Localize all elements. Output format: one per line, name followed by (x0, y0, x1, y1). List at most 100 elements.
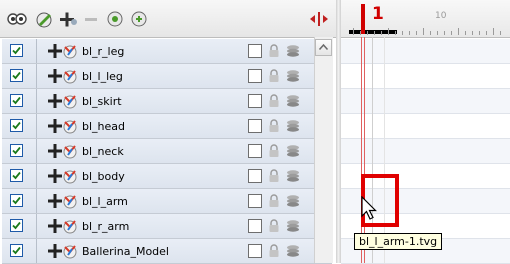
checkmark-icon (12, 96, 21, 105)
ruler-tick (423, 28, 424, 35)
lock-icon[interactable] (268, 94, 280, 108)
ruler-tick (451, 31, 452, 35)
ruler-tick (402, 31, 403, 35)
layer-color-swatch[interactable] (248, 69, 262, 83)
scroll-up-button[interactable] (315, 39, 332, 56)
lock-icon[interactable] (268, 119, 280, 133)
layer-stack-icon[interactable] (286, 219, 300, 233)
layer-enable-checkbox[interactable] (10, 169, 23, 182)
layer-name[interactable]: bl_head (82, 120, 125, 133)
layer-row[interactable]: bl_r_leg (2, 39, 332, 64)
lock-icon[interactable] (268, 144, 280, 158)
layer-color-swatch[interactable] (248, 169, 262, 183)
layer-enable-checkbox[interactable] (10, 94, 23, 107)
ruler-tick (444, 31, 445, 35)
layer-stack-icon[interactable] (286, 169, 300, 183)
lock-icon[interactable] (268, 194, 280, 208)
layer-name[interactable]: bl_neck (82, 145, 124, 158)
layer-enable-checkbox[interactable] (10, 219, 23, 232)
timeline-panel[interactable]: 1 10 bl_l_arm-1.tvg (341, 0, 510, 264)
layer-stack-icon[interactable] (286, 119, 300, 133)
layer-row[interactable]: Ballerina_Model (2, 239, 332, 264)
column-divider (36, 164, 37, 188)
column-divider (36, 114, 37, 138)
add-parent-peg-icon[interactable] (128, 9, 150, 29)
ruler-tick (465, 31, 466, 35)
checkmark-icon (12, 246, 21, 255)
ruler-tick (395, 31, 396, 35)
layer-color-swatch[interactable] (248, 219, 262, 233)
checkmark-icon (12, 196, 21, 205)
column-divider (36, 214, 37, 238)
checkmark-icon (12, 171, 21, 180)
ruler-tick (430, 31, 431, 35)
add-drawing-layer-icon[interactable] (34, 9, 56, 29)
layer-row[interactable]: bl_r_arm (2, 214, 332, 239)
layer-color-swatch[interactable] (248, 94, 262, 108)
lock-icon[interactable] (268, 244, 280, 258)
playhead-line (361, 37, 362, 263)
layer-name[interactable]: bl_r_arm (82, 220, 129, 233)
drawing-layer-icon (63, 170, 77, 184)
timeline-row[interactable] (341, 89, 510, 114)
layer-row[interactable]: bl_skirt (2, 89, 332, 114)
layer-enable-checkbox[interactable] (10, 119, 23, 132)
ruler-tick (409, 31, 410, 35)
layer-stack-icon[interactable] (286, 69, 300, 83)
chevron-up-icon (318, 43, 329, 50)
layer-enable-checkbox[interactable] (10, 69, 23, 82)
frame-ruler[interactable]: 1 10 (341, 0, 510, 38)
ruler-tick (353, 28, 354, 35)
frame-gridline (384, 37, 385, 263)
layer-stack-icon[interactable] (286, 144, 300, 158)
layer-name[interactable]: bl_r_leg (82, 45, 124, 58)
ruler-tick (493, 28, 494, 35)
timeline-row[interactable] (341, 64, 510, 89)
layer-stack-icon[interactable] (286, 94, 300, 108)
layer-color-swatch[interactable] (248, 244, 262, 258)
layer-name[interactable]: bl_body (82, 170, 125, 183)
layer-row[interactable]: bl_neck (2, 139, 332, 164)
scale-frames-icon[interactable] (308, 9, 330, 29)
lock-icon[interactable] (268, 219, 280, 233)
layer-row[interactable]: bl_l_leg (2, 64, 332, 89)
lock-icon[interactable] (268, 44, 280, 58)
timeline-row[interactable] (341, 39, 510, 64)
layer-row[interactable]: bl_l_arm (2, 189, 332, 214)
layer-enable-checkbox[interactable] (10, 144, 23, 157)
timeline-row[interactable] (341, 114, 510, 139)
add-peg-icon[interactable] (104, 9, 126, 29)
timeline-row[interactable] (341, 139, 510, 164)
layer-color-swatch[interactable] (248, 144, 262, 158)
layer-name[interactable]: Ballerina_Model (82, 245, 169, 258)
ruler-tick (500, 31, 501, 35)
ruler-tick (374, 31, 375, 35)
lock-icon[interactable] (268, 69, 280, 83)
layer-list-scrollbar[interactable] (314, 37, 333, 263)
layer-stack-icon[interactable] (286, 244, 300, 258)
layer-stack-icon[interactable] (286, 194, 300, 208)
layer-name[interactable]: bl_l_leg (82, 70, 123, 83)
layer-color-swatch[interactable] (248, 194, 262, 208)
layer-stack-icon[interactable] (286, 44, 300, 58)
checkmark-icon (12, 71, 21, 80)
layer-name[interactable]: bl_l_arm (82, 195, 128, 208)
remove-layer-icon[interactable] (80, 9, 102, 29)
current-frame-label: 1 (372, 4, 384, 24)
add-layer-icon[interactable] (58, 9, 80, 29)
layer-row[interactable]: bl_head (2, 114, 332, 139)
layer-enable-checkbox[interactable] (10, 244, 23, 257)
playhead-line-right (364, 37, 365, 263)
layer-name[interactable]: bl_skirt (82, 95, 122, 108)
layer-color-swatch[interactable] (248, 44, 262, 58)
layer-enable-checkbox[interactable] (10, 44, 23, 57)
onion-skin-icon[interactable] (6, 9, 28, 29)
drawing-layer-icon (63, 195, 77, 209)
layer-enable-checkbox[interactable] (10, 194, 23, 207)
drawing-layer-icon (63, 245, 77, 259)
lock-icon[interactable] (268, 169, 280, 183)
playhead-handle[interactable] (361, 4, 365, 34)
layer-row[interactable]: bl_body (2, 164, 332, 189)
cell-tooltip: bl_l_arm-1.tvg (354, 233, 443, 250)
layer-color-swatch[interactable] (248, 119, 262, 133)
